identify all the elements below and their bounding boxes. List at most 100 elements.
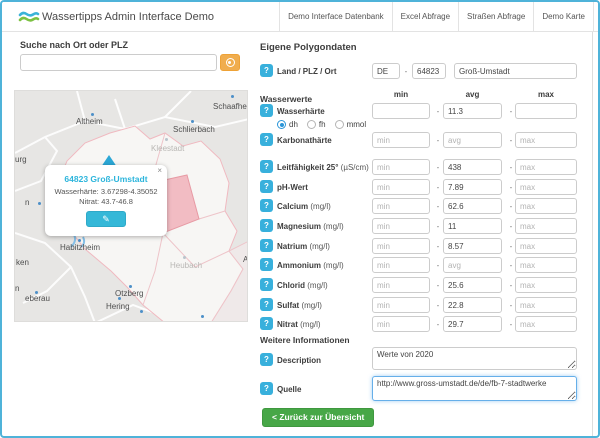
close-icon[interactable]: × bbox=[157, 166, 162, 175]
ph-max-input[interactable] bbox=[515, 179, 577, 195]
nav-item-demo-karte[interactable]: Demo Karte bbox=[533, 2, 594, 32]
separator-dash: - bbox=[436, 202, 440, 211]
help-icon[interactable]: ? bbox=[260, 353, 273, 366]
calcium-min-input[interactable] bbox=[372, 198, 430, 214]
help-icon[interactable]: ? bbox=[260, 258, 273, 271]
separator-dash: - bbox=[509, 222, 513, 231]
map-label-heubach: Heubach bbox=[170, 261, 203, 270]
radio-mmol-label: mmol bbox=[346, 120, 367, 129]
ammonium-min-input[interactable] bbox=[372, 257, 430, 273]
column-max: max bbox=[537, 90, 554, 99]
popup-title: 64823 Groß-Umstadt bbox=[64, 174, 148, 184]
nitrat-min-input[interactable] bbox=[372, 316, 430, 332]
help-icon[interactable]: ? bbox=[260, 199, 273, 212]
map-label-hering: Hering bbox=[106, 302, 130, 311]
help-icon[interactable]: ? bbox=[260, 219, 273, 232]
separator-dash: - bbox=[436, 136, 440, 145]
radio-dh[interactable]: dh bbox=[277, 120, 298, 129]
help-icon[interactable]: ? bbox=[260, 317, 273, 330]
sulfat-min-input[interactable] bbox=[372, 297, 430, 313]
plz-input[interactable] bbox=[412, 63, 446, 79]
row-ph-wert: ? pH-Wert - - bbox=[260, 179, 582, 197]
row-karbonathaerte: ? Karbonathärte - - bbox=[260, 132, 582, 150]
map-label-otzberg: Otzberg bbox=[115, 289, 144, 298]
map-label-habitzheim: Habitzheim bbox=[60, 243, 101, 252]
magnesium-avg-input[interactable] bbox=[443, 218, 502, 234]
nav-item-strassen-abfrage[interactable]: Straßen Abfrage bbox=[458, 2, 533, 32]
separator-dash: - bbox=[436, 242, 440, 251]
help-icon[interactable]: ? bbox=[260, 64, 273, 77]
ph-min-input[interactable] bbox=[372, 179, 430, 195]
separator-dash: - bbox=[509, 320, 513, 329]
ammonium-avg-input[interactable] bbox=[443, 257, 502, 273]
separator-dash: - bbox=[436, 281, 440, 290]
quelle-textarea[interactable]: http://www.gross-umstadt.de/de/fb-7-stad… bbox=[372, 376, 577, 401]
separator-dash: - bbox=[509, 136, 513, 145]
natrium-max-input[interactable] bbox=[515, 238, 577, 254]
leitfaehigkeit-avg-input[interactable] bbox=[443, 159, 502, 175]
map-label-schlierbach: Schlierbach bbox=[173, 125, 215, 134]
help-icon[interactable]: ? bbox=[260, 278, 273, 291]
separator-dash: - bbox=[509, 183, 513, 192]
chlorid-max-input[interactable] bbox=[515, 277, 577, 293]
search-label: Suche nach Ort oder PLZ bbox=[20, 40, 129, 50]
leitfaehigkeit-min-input[interactable] bbox=[372, 159, 430, 175]
map-canvas[interactable]: Altheim Schaafheim Schlierbach Kleestadt… bbox=[14, 90, 248, 322]
karbonathaerte-avg-input[interactable] bbox=[443, 132, 502, 148]
help-icon[interactable]: ? bbox=[260, 382, 273, 395]
nitrat-max-input[interactable] bbox=[515, 316, 577, 332]
radio-fh-label: fh bbox=[318, 120, 326, 129]
row-leitfaehigkeit: ? Leitfähigkeit 25° (µS/cm) - - bbox=[260, 159, 582, 177]
row-description: ? Description Werte von 2020 bbox=[260, 347, 582, 373]
wasserhaerte-min-input[interactable] bbox=[372, 103, 430, 119]
row-calcium: ? Calcium (mg/l) - - bbox=[260, 198, 582, 216]
map-dot bbox=[165, 138, 168, 141]
description-textarea[interactable]: Werte von 2020 bbox=[372, 347, 577, 370]
app-header: Wassertipps Admin Interface Demo Demo In… bbox=[2, 2, 598, 32]
locate-button[interactable] bbox=[220, 54, 240, 71]
calcium-avg-input[interactable] bbox=[443, 198, 502, 214]
nitrat-avg-input[interactable] bbox=[443, 316, 502, 332]
calcium-max-input[interactable] bbox=[515, 198, 577, 214]
magnesium-max-input[interactable] bbox=[515, 218, 577, 234]
leitfaehigkeit-max-input[interactable] bbox=[515, 159, 577, 175]
chlorid-avg-input[interactable] bbox=[443, 277, 502, 293]
help-icon[interactable]: ? bbox=[260, 133, 273, 146]
ammonium-max-input[interactable] bbox=[515, 257, 577, 273]
sulfat-avg-input[interactable] bbox=[443, 297, 502, 313]
separator-dash: - bbox=[436, 261, 440, 270]
sulfat-max-input[interactable] bbox=[515, 297, 577, 313]
country-input[interactable] bbox=[372, 63, 400, 79]
natrium-min-input[interactable] bbox=[372, 238, 430, 254]
help-icon[interactable]: ? bbox=[260, 239, 273, 252]
ph-avg-input[interactable] bbox=[443, 179, 502, 195]
help-icon[interactable]: ? bbox=[260, 180, 273, 193]
wasserhaerte-avg-input[interactable] bbox=[443, 103, 502, 119]
nav-item-demo-interface-datenbank[interactable]: Demo Interface Datenbank bbox=[279, 2, 392, 32]
edit-button[interactable]: ✎ bbox=[86, 211, 126, 227]
search-input[interactable] bbox=[20, 54, 217, 71]
karbonathaerte-min-input[interactable] bbox=[372, 132, 430, 148]
popup-nitrate: Nitrat: 43.7-46.8 bbox=[79, 196, 133, 206]
nav-item-excel-abfrage[interactable]: Excel Abfrage bbox=[391, 2, 458, 32]
help-icon[interactable]: ? bbox=[260, 104, 273, 117]
karbonathaerte-max-input[interactable] bbox=[515, 132, 577, 148]
city-input[interactable] bbox=[454, 63, 577, 79]
wasserhaerte-max-input[interactable] bbox=[515, 103, 577, 119]
back-to-overview-button[interactable]: < Zurück zur Übersicht bbox=[262, 408, 375, 427]
map-dot bbox=[183, 256, 186, 259]
natrium-avg-input[interactable] bbox=[443, 238, 502, 254]
help-icon[interactable]: ? bbox=[260, 160, 273, 173]
pencil-icon: ✎ bbox=[102, 214, 110, 224]
map-label-schaafheim: Schaafheim bbox=[213, 102, 247, 111]
popup-hardness: Wasserhärte: 3.67298-4.35052 bbox=[54, 187, 158, 196]
chlorid-min-input[interactable] bbox=[372, 277, 430, 293]
quelle-label: Quelle bbox=[277, 385, 302, 394]
radio-fh[interactable]: fh bbox=[306, 120, 326, 129]
map-label-fragment: ken bbox=[16, 258, 29, 267]
separator-dash: - bbox=[436, 301, 440, 310]
map-label-kleestadt: Kleestadt bbox=[151, 144, 185, 153]
magnesium-min-input[interactable] bbox=[372, 218, 430, 234]
radio-mmol[interactable]: mmol bbox=[334, 120, 367, 129]
help-icon[interactable]: ? bbox=[260, 298, 273, 311]
